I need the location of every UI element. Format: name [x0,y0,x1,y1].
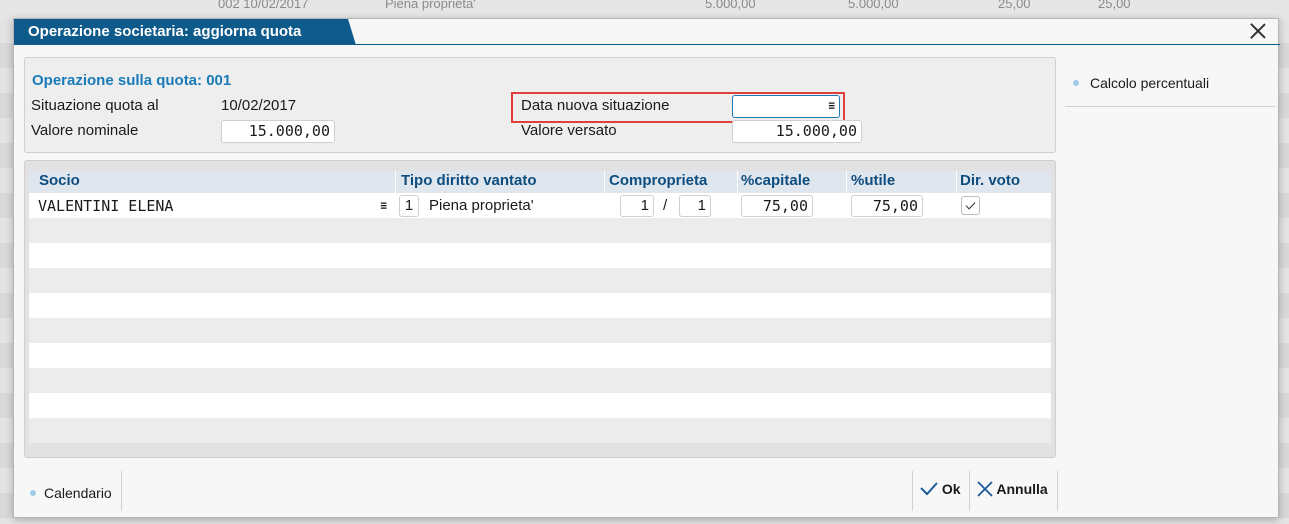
col-separator [395,171,396,193]
bg-cell-utile: 25,00 [1098,0,1131,11]
table-row[interactable]: VALENTINI ELENA ≡ 1 Piena proprieta' 1 /… [29,193,1051,218]
title-underline [14,44,1280,45]
socio-cell[interactable]: VALENTINI ELENA ≡ [29,195,391,217]
menu-icon[interactable]: ≡ [380,200,387,212]
section-title: Operazione sulla quota: 001 [32,72,232,89]
grid-header: Socio Tipo diritto vantato Comproprieta … [29,171,1051,193]
tipo-code-cell[interactable]: 1 [399,195,419,217]
footer-separator [121,471,122,511]
col-utile[interactable]: %utile [851,172,895,189]
col-separator [604,171,605,193]
dialog-footer: Calendario Ok Annulla [14,471,1280,517]
footer-separator [912,471,913,511]
bg-cell-cap: 25,00 [998,0,1031,11]
footer-separator [969,471,970,511]
capitale-cell[interactable]: 75,00 [741,195,813,217]
situazione-label: Situazione quota al [31,97,159,114]
table-row[interactable] [29,393,1051,418]
bg-cell-valore: 5.000,00 [705,0,756,11]
check-icon [920,482,938,496]
utile-cell[interactable]: 75,00 [851,195,923,217]
side-panel: Calcolo percentuali [1065,57,1275,107]
annulla-label: Annulla [996,481,1048,497]
calendario-button[interactable]: Calendario [30,485,112,501]
footer-separator [1057,471,1058,511]
socio-value: VALENTINI ELENA [38,197,174,215]
col-tipo[interactable]: Tipo diritto vantato [401,172,537,189]
table-row[interactable] [29,243,1051,268]
bg-cell-tipo: Piena proprieta' [385,0,476,11]
table-row[interactable] [29,343,1051,368]
col-separator [956,171,957,193]
col-socio[interactable]: Socio [39,172,80,189]
col-separator [846,171,847,193]
bullet-icon [30,490,36,497]
close-icon[interactable] [1248,21,1268,41]
table-row[interactable] [29,293,1051,318]
close-icon [977,481,993,497]
ok-button[interactable]: Ok [920,481,961,497]
tipo-desc: Piena proprieta' [429,197,534,214]
compro-den-cell[interactable]: 1 [679,195,711,217]
menu-icon[interactable]: ≡ [828,100,835,112]
col-capitale[interactable]: %capitale [741,172,810,189]
bullet-icon [1073,80,1079,87]
table-row[interactable] [29,418,1051,443]
calcolo-percentuali-button[interactable]: Calcolo percentuali [1073,75,1209,91]
compro-separator: / [663,197,668,214]
quota-info-panel: Operazione sulla quota: 001 Situazione q… [24,57,1056,153]
table-row[interactable] [29,318,1051,343]
valore-nominale-field[interactable]: 15.000,00 [221,120,335,143]
background-table-row: 002 10/02/2017 Piena proprieta' 5.000,00… [0,0,1289,18]
table-row[interactable] [29,268,1051,293]
calcolo-percentuali-label: Calcolo percentuali [1090,75,1210,91]
col-separator [737,171,738,193]
col-comproprieta[interactable]: Comproprieta [609,172,707,189]
bg-cell-date: 002 10/02/2017 [218,0,309,11]
compro-num-cell[interactable]: 1 [620,195,654,217]
valore-versato-label: Valore versato [521,122,617,139]
table-row[interactable] [29,368,1051,393]
calendario-label: Calendario [44,485,112,501]
data-nuova-label: Data nuova situazione [521,97,670,114]
valore-nominale-label: Valore nominale [31,122,139,139]
valore-versato-field[interactable]: 15.000,00 [732,120,862,143]
table-row[interactable] [29,218,1051,243]
soci-grid: Socio Tipo diritto vantato Comproprieta … [24,160,1056,458]
update-quota-dialog: Operazione societaria: aggiorna quota Op… [13,18,1280,518]
col-dir-voto[interactable]: Dir. voto [960,172,1020,189]
dir-voto-checkbox[interactable] [961,196,980,215]
data-nuova-field[interactable]: ≡ [732,95,840,118]
dialog-title: Operazione societaria: aggiorna quota [14,19,356,45]
annulla-button[interactable]: Annulla [977,481,1048,497]
situazione-value: 10/02/2017 [221,97,297,114]
ok-label: Ok [941,481,961,497]
bg-cell-versato: 5.000,00 [848,0,899,11]
